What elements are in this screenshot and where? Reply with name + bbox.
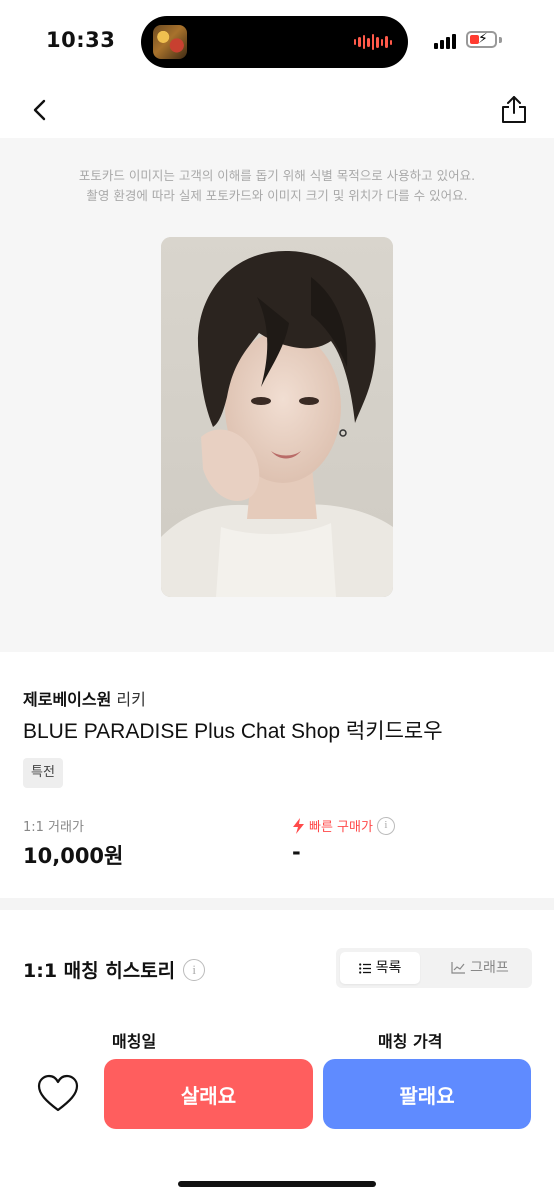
sell-button[interactable]: 팔래요 [323, 1059, 531, 1129]
dynamic-island[interactable] [141, 16, 408, 68]
trade-price-label: 1:1 거래가 [23, 820, 84, 835]
back-button[interactable] [24, 92, 60, 128]
tab-list[interactable]: 목록 [340, 952, 420, 984]
tab-graph-label: 그래프 [470, 960, 509, 976]
image-disclaimer: 포토카드 이미지는 고객의 이해를 돕기 위해 식별 목적으로 사용하고 있어요… [0, 166, 554, 206]
share-button[interactable] [496, 90, 532, 128]
matching-history-section: 1:1 매칭 히스토리 i 목록 그래프 매칭일 매칭 가격 [0, 910, 554, 1200]
list-icon [358, 962, 371, 974]
chevron-left-icon [33, 99, 46, 121]
product-tag: 특전 [23, 758, 63, 788]
trade-price-value: 10,000원 [23, 844, 124, 868]
status-bar: 10:33 ⚡ [0, 0, 554, 84]
line-chart-icon [451, 962, 466, 974]
section-divider [0, 898, 554, 910]
product-title: BLUE PARADISE Plus Chat Shop 럭키드로우 [23, 720, 443, 743]
wishlist-button[interactable] [36, 1074, 80, 1114]
disclaimer-line-1: 포토카드 이미지는 고객의 이해를 돕기 위해 식별 목적으로 사용하고 있어요… [78, 168, 476, 183]
quick-price-value: - [292, 840, 301, 864]
member-name[interactable]: 리키 [116, 690, 145, 709]
column-header-price: 매칭 가격 [378, 1032, 443, 1051]
audio-waveform-icon [353, 33, 392, 51]
quick-price-label: 빠른 구매가 i [292, 816, 395, 835]
tab-graph[interactable]: 그래프 [434, 952, 526, 984]
disclaimer-line-2: 촬영 환경에 따라 실제 포토카드와 이미지 크기 및 위치가 다를 수 있어요… [86, 188, 468, 203]
product-info: 제로베이스원 리키 BLUE PARADISE Plus Chat Shop 럭… [0, 652, 554, 898]
artist-line: 제로베이스원 리키 [23, 686, 146, 710]
quick-price-info-icon[interactable]: i [376, 816, 395, 835]
share-icon [502, 96, 526, 123]
lightning-icon [293, 817, 304, 834]
status-time: 10:33 [46, 28, 116, 52]
buy-button[interactable]: 살래요 [104, 1059, 313, 1129]
quick-price-label-text: 빠른 구매가 [309, 820, 373, 835]
group-name[interactable]: 제로베이스원 [23, 690, 111, 709]
now-playing-album-art [153, 25, 187, 59]
history-title: 1:1 매칭 히스토리 i [23, 956, 206, 983]
photocard-portrait [161, 237, 393, 597]
battery-icon: ⚡ [466, 31, 497, 48]
photocard-image[interactable] [161, 237, 393, 597]
history-info-icon[interactable]: i [183, 958, 206, 981]
column-header-date: 매칭일 [112, 1032, 157, 1051]
battery-cap [499, 37, 502, 43]
cellular-signal-icon [434, 34, 456, 49]
history-title-text: 1:1 매칭 히스토리 [23, 960, 176, 982]
home-indicator[interactable] [178, 1181, 376, 1187]
top-navigation [0, 84, 554, 136]
heart-icon [37, 1074, 79, 1112]
tab-list-label: 목록 [375, 960, 402, 976]
history-view-toggle: 목록 그래프 [336, 948, 532, 988]
product-image-area: 포토카드 이미지는 고객의 이해를 돕기 위해 식별 목적으로 사용하고 있어요… [0, 138, 554, 652]
